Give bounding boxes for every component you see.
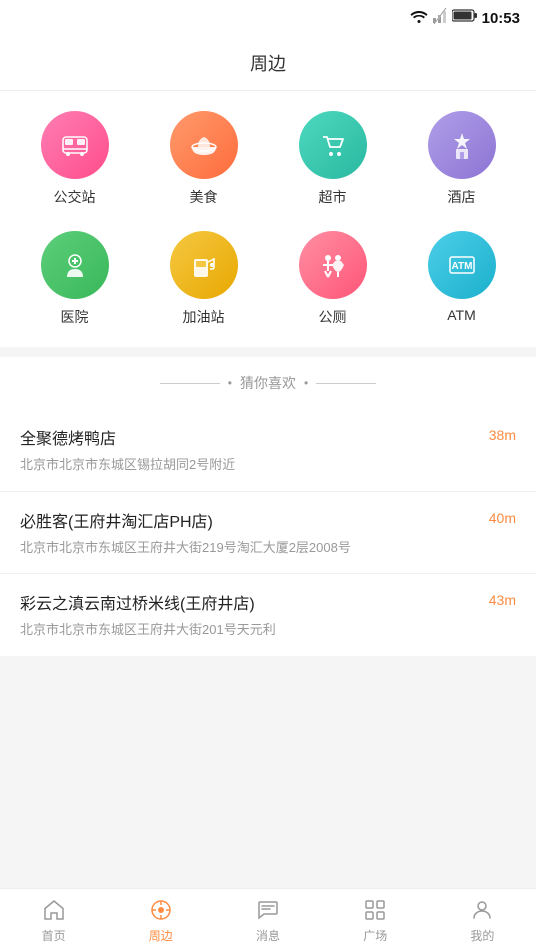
category-bus-icon: [41, 111, 109, 179]
places-list: 全聚德烤鸭店 北京市北京市东城区锡拉胡同2号附近 38m 必胜客(王府井淘汇店P…: [0, 409, 536, 656]
status-bar: 10:53: [0, 0, 536, 36]
battery-icon: [452, 9, 478, 27]
section-divider: • 猜你喜欢 •: [0, 357, 536, 409]
category-bus-label: 公交站: [54, 187, 96, 207]
message-icon: [255, 897, 281, 923]
categories-section: 公交站 美食: [0, 91, 536, 347]
page-header: 周边: [0, 36, 536, 91]
category-toilet-icon: [299, 231, 367, 299]
nav-home[interactable]: 首页: [0, 889, 107, 952]
category-gas-icon: [170, 231, 238, 299]
category-atm-label: ATM: [447, 307, 476, 323]
list-item[interactable]: 全聚德烤鸭店 北京市北京市东城区锡拉胡同2号附近 38m: [0, 409, 536, 492]
nearby-icon: [148, 897, 174, 923]
place-content-2: 彩云之滇云南过桥米线(王府井店) 北京市北京市东城区王府井大街201号天元利: [20, 590, 489, 640]
divider-line-right: [316, 383, 376, 384]
category-market-label: 超市: [319, 187, 347, 207]
section-title: 猜你喜欢: [240, 373, 296, 393]
category-atm[interactable]: ATM ATM: [397, 231, 526, 327]
nav-nearby[interactable]: 周边: [107, 889, 214, 952]
nav-nearby-label: 周边: [149, 927, 173, 944]
divider-dot-left: •: [228, 376, 232, 390]
place-addr-0: 北京市北京市东城区锡拉胡同2号附近: [20, 455, 473, 475]
category-gas[interactable]: 加油站: [139, 231, 268, 327]
nav-mine[interactable]: 我的: [429, 889, 536, 952]
category-bus[interactable]: 公交站: [10, 111, 139, 207]
status-icons: 10:53: [410, 8, 520, 29]
category-hotel-label: 酒店: [448, 187, 476, 207]
nav-mine-label: 我的: [470, 927, 494, 944]
mine-icon: [469, 897, 495, 923]
nav-square-label: 广场: [363, 927, 387, 944]
square-icon: [362, 897, 388, 923]
category-gas-label: 加油站: [183, 307, 225, 327]
place-distance-2: 43m: [489, 590, 516, 608]
status-time: 10:53: [482, 10, 520, 27]
category-toilet[interactable]: 公厕: [268, 231, 397, 327]
category-hospital-label: 医院: [61, 307, 89, 327]
category-market-icon: [299, 111, 367, 179]
categories-grid: 公交站 美食: [10, 111, 526, 327]
category-market[interactable]: 超市: [268, 111, 397, 207]
place-name-2: 彩云之滇云南过桥米线(王府井店): [20, 590, 473, 614]
category-hospital-icon: [41, 231, 109, 299]
nav-message-label: 消息: [256, 927, 280, 944]
category-hospital[interactable]: 医院: [10, 231, 139, 327]
place-name-0: 全聚德烤鸭店: [20, 425, 473, 449]
page-title: 周边: [250, 54, 286, 74]
divider-line-left: [160, 383, 220, 384]
category-food-icon: [170, 111, 238, 179]
category-toilet-label: 公厕: [319, 307, 347, 327]
signal-slash-icon: [432, 8, 448, 29]
list-item[interactable]: 必胜客(王府井淘汇店PH店) 北京市北京市东城区王府井大街219号淘汇大厦2层2…: [0, 492, 536, 575]
place-distance-0: 38m: [489, 425, 516, 443]
category-food-label: 美食: [190, 187, 218, 207]
list-item[interactable]: 彩云之滇云南过桥米线(王府井店) 北京市北京市东城区王府井大街201号天元利 4…: [0, 574, 536, 656]
category-hotel-icon: [428, 111, 496, 179]
category-atm-icon: ATM: [428, 231, 496, 299]
svg-text:ATM: ATM: [451, 261, 472, 272]
place-name-1: 必胜客(王府井淘汇店PH店): [20, 508, 473, 532]
category-food[interactable]: 美食: [139, 111, 268, 207]
place-content-0: 全聚德烤鸭店 北京市北京市东城区锡拉胡同2号附近: [20, 425, 489, 475]
nav-square[interactable]: 广场: [322, 889, 429, 952]
place-content-1: 必胜客(王府井淘汇店PH店) 北京市北京市东城区王府井大街219号淘汇大厦2层2…: [20, 508, 489, 558]
bottom-nav: 首页 周边 消息: [0, 888, 536, 952]
divider-dot-right: •: [304, 376, 308, 390]
wifi-icon: [410, 9, 428, 28]
home-icon: [41, 897, 67, 923]
category-hotel[interactable]: 酒店: [397, 111, 526, 207]
nav-home-label: 首页: [42, 927, 66, 944]
place-distance-1: 40m: [489, 508, 516, 526]
place-addr-2: 北京市北京市东城区王府井大街201号天元利: [20, 620, 473, 640]
place-addr-1: 北京市北京市东城区王府井大街219号淘汇大厦2层2008号: [20, 538, 473, 558]
nav-message[interactable]: 消息: [214, 889, 321, 952]
